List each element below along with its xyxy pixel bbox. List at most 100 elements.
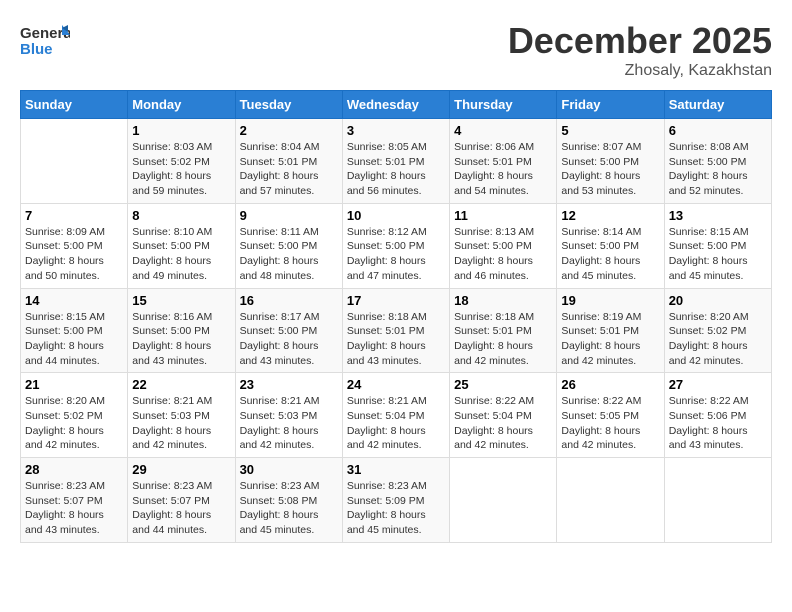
day-info: Sunrise: 8:06 AMSunset: 5:01 PMDaylight:… [454, 140, 552, 199]
header-day-friday: Friday [557, 91, 664, 119]
day-number: 29 [132, 462, 230, 477]
day-cell: 24Sunrise: 8:21 AMSunset: 5:04 PMDayligh… [342, 373, 449, 458]
week-row-4: 21 Sunrise: 8:20 AMSunset: 5:02 PMDayligh… [21, 373, 772, 458]
day-cell: 22Sunrise: 8:21 AMSunset: 5:03 PMDayligh… [128, 373, 235, 458]
day-info: Sunrise: 8:07 AMSunset: 5:00 PMDaylight:… [561, 140, 659, 199]
day-cell: 20 Sunrise: 8:20 AMSunset: 5:02 PMDayligh… [664, 288, 771, 373]
day-cell [664, 458, 771, 543]
header-day-sunday: Sunday [21, 91, 128, 119]
day-number: 28 [25, 462, 123, 477]
day-number: 1 [132, 123, 230, 138]
day-cell: 21 Sunrise: 8:20 AMSunset: 5:02 PMDayligh… [21, 373, 128, 458]
day-info: Sunrise: 8:16 AMSunset: 5:00 PMDaylight:… [132, 310, 230, 369]
day-number: 27 [669, 377, 767, 392]
day-cell: 25Sunrise: 8:22 AMSunset: 5:04 PMDayligh… [450, 373, 557, 458]
day-info: Sunrise: 8:18 AMSunset: 5:01 PMDaylight:… [347, 310, 445, 369]
day-number: 8 [132, 208, 230, 223]
day-info: Sunrise: 8:21 AMSunset: 5:04 PMDaylight:… [347, 394, 445, 453]
day-cell: 28Sunrise: 8:23 AMSunset: 5:07 PMDayligh… [21, 458, 128, 543]
day-info: Sunrise: 8:17 AMSunset: 5:00 PMDaylight:… [240, 310, 338, 369]
day-cell: 6Sunrise: 8:08 AMSunset: 5:00 PMDaylight… [664, 119, 771, 204]
day-cell: 17Sunrise: 8:18 AMSunset: 5:01 PMDayligh… [342, 288, 449, 373]
day-cell [450, 458, 557, 543]
day-info: Sunrise: 8:13 AMSunset: 5:00 PMDaylight:… [454, 225, 552, 284]
day-cell: 1 Sunrise: 8:03 AMSunset: 5:02 PMDaylight… [128, 119, 235, 204]
header-day-tuesday: Tuesday [235, 91, 342, 119]
day-info: Sunrise: 8:04 AMSunset: 5:01 PMDaylight:… [240, 140, 338, 199]
day-cell: 11 Sunrise: 8:13 AMSunset: 5:00 PMDayligh… [450, 203, 557, 288]
day-info: Sunrise: 8:11 AMSunset: 5:00 PMDaylight:… [240, 225, 338, 284]
day-number: 9 [240, 208, 338, 223]
header-day-wednesday: Wednesday [342, 91, 449, 119]
calendar-table: SundayMondayTuesdayWednesdayThursdayFrid… [20, 90, 772, 543]
day-info: Sunrise: 8:22 AMSunset: 5:05 PMDaylight:… [561, 394, 659, 453]
day-number: 20 [669, 293, 767, 308]
day-cell: 13 Sunrise: 8:15 AMSunset: 5:00 PMDayligh… [664, 203, 771, 288]
day-cell [557, 458, 664, 543]
week-row-5: 28 Sunrise: 8:23 AMSunset: 5:07 PMDayligh… [21, 458, 772, 543]
logo-graphic: General Blue [20, 20, 70, 70]
day-info: Sunrise: 8:20 AMSunset: 5:02 PMDaylight:… [25, 394, 123, 453]
day-cell: 8 Sunrise: 8:10 AMSunset: 5:00 PMDaylight… [128, 203, 235, 288]
day-number: 19 [561, 293, 659, 308]
calendar-header-row: SundayMondayTuesdayWednesdayThursdayFrid… [21, 91, 772, 119]
day-cell: 23Sunrise: 8:21 AMSunset: 5:03 PMDayligh… [235, 373, 342, 458]
day-info: Sunrise: 8:10 AMSunset: 5:00 PMDaylight:… [132, 225, 230, 284]
day-number: 26 [561, 377, 659, 392]
location-title: Zhosaly, Kazakhstan [508, 62, 772, 80]
day-number: 18 [454, 293, 552, 308]
day-info: Sunrise: 8:23 AMSunset: 5:07 PMDaylight:… [132, 479, 230, 538]
day-number: 7 [25, 208, 123, 223]
day-number: 12 [561, 208, 659, 223]
day-cell: 14Sunrise: 8:15 AMSunset: 5:00 PMDayligh… [21, 288, 128, 373]
logo: General Blue [20, 20, 70, 70]
page-header: General Blue December 2025 Zhosaly, Kaza… [20, 20, 772, 80]
day-cell: 3Sunrise: 8:05 AMSunset: 5:01 PMDaylight… [342, 119, 449, 204]
day-info: Sunrise: 8:23 AMSunset: 5:08 PMDaylight:… [240, 479, 338, 538]
day-cell: 26 Sunrise: 8:22 AMSunset: 5:05 PMDayligh… [557, 373, 664, 458]
svg-text:Blue: Blue [20, 41, 53, 58]
header-day-saturday: Saturday [664, 91, 771, 119]
day-cell: 2Sunrise: 8:04 AMSunset: 5:01 PMDaylight… [235, 119, 342, 204]
week-row-3: 14Sunrise: 8:15 AMSunset: 5:00 PMDayligh… [21, 288, 772, 373]
day-info: Sunrise: 8:18 AMSunset: 5:01 PMDaylight:… [454, 310, 552, 369]
day-info: Sunrise: 8:14 AMSunset: 5:00 PMDaylight:… [561, 225, 659, 284]
day-cell: 10Sunrise: 8:12 AMSunset: 5:00 PMDayligh… [342, 203, 449, 288]
day-number: 23 [240, 377, 338, 392]
day-info: Sunrise: 8:09 AMSunset: 5:00 PMDaylight:… [25, 225, 123, 284]
day-cell: 30 Sunrise: 8:23 AMSunset: 5:08 PMDayligh… [235, 458, 342, 543]
day-cell: 15Sunrise: 8:16 AMSunset: 5:00 PMDayligh… [128, 288, 235, 373]
day-cell: 4 Sunrise: 8:06 AMSunset: 5:01 PMDaylight… [450, 119, 557, 204]
day-number: 13 [669, 208, 767, 223]
day-info: Sunrise: 8:03 AMSunset: 5:02 PMDaylight:… [132, 140, 230, 199]
day-info: Sunrise: 8:20 AMSunset: 5:02 PMDaylight:… [669, 310, 767, 369]
header-day-thursday: Thursday [450, 91, 557, 119]
day-cell: 18 Sunrise: 8:18 AMSunset: 5:01 PMDayligh… [450, 288, 557, 373]
day-info: Sunrise: 8:23 AMSunset: 5:09 PMDaylight:… [347, 479, 445, 538]
day-number: 11 [454, 208, 552, 223]
day-cell: 7 Sunrise: 8:09 AMSunset: 5:00 PMDaylight… [21, 203, 128, 288]
day-cell: 9 Sunrise: 8:11 AMSunset: 5:00 PMDaylight… [235, 203, 342, 288]
day-number: 5 [561, 123, 659, 138]
day-info: Sunrise: 8:08 AMSunset: 5:00 PMDaylight:… [669, 140, 767, 199]
day-cell: 29 Sunrise: 8:23 AMSunset: 5:07 PMDayligh… [128, 458, 235, 543]
day-info: Sunrise: 8:05 AMSunset: 5:01 PMDaylight:… [347, 140, 445, 199]
month-title: December 2025 [508, 20, 772, 62]
day-cell: 5 Sunrise: 8:07 AMSunset: 5:00 PMDaylight… [557, 119, 664, 204]
day-number: 21 [25, 377, 123, 392]
title-area: December 2025 Zhosaly, Kazakhstan [508, 20, 772, 80]
day-info: Sunrise: 8:15 AMSunset: 5:00 PMDaylight:… [25, 310, 123, 369]
day-cell: 19 Sunrise: 8:19 AMSunset: 5:01 PMDayligh… [557, 288, 664, 373]
day-number: 22 [132, 377, 230, 392]
day-cell: 16 Sunrise: 8:17 AMSunset: 5:00 PMDayligh… [235, 288, 342, 373]
day-info: Sunrise: 8:22 AMSunset: 5:04 PMDaylight:… [454, 394, 552, 453]
day-number: 16 [240, 293, 338, 308]
day-info: Sunrise: 8:19 AMSunset: 5:01 PMDaylight:… [561, 310, 659, 369]
day-info: Sunrise: 8:22 AMSunset: 5:06 PMDaylight:… [669, 394, 767, 453]
day-number: 4 [454, 123, 552, 138]
day-number: 30 [240, 462, 338, 477]
day-cell: 12 Sunrise: 8:14 AMSunset: 5:00 PMDayligh… [557, 203, 664, 288]
day-info: Sunrise: 8:15 AMSunset: 5:00 PMDaylight:… [669, 225, 767, 284]
day-cell [21, 119, 128, 204]
day-cell: 27 Sunrise: 8:22 AMSunset: 5:06 PMDayligh… [664, 373, 771, 458]
